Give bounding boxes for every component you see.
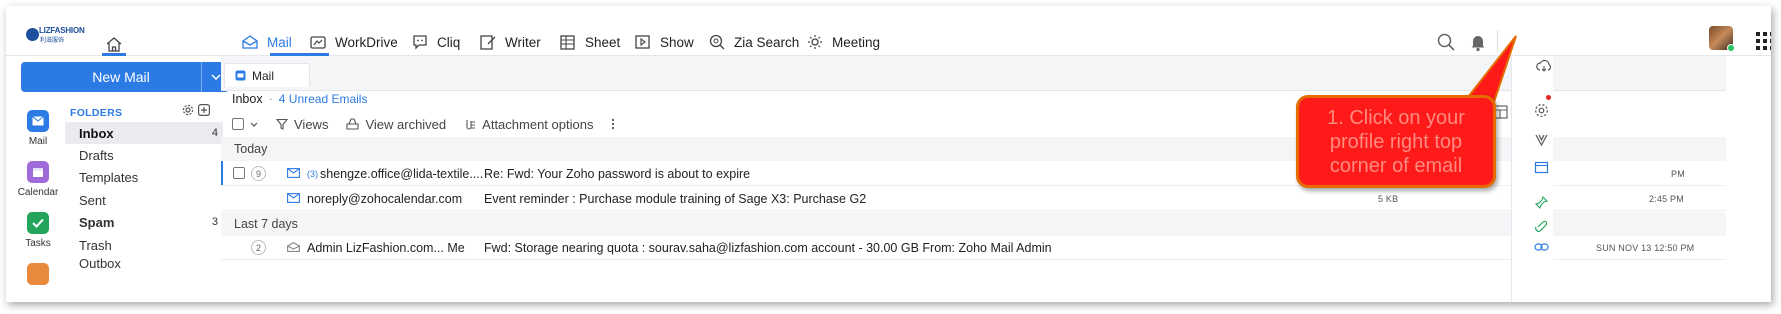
meeting-icon [808, 35, 822, 49]
show-icon [635, 35, 650, 49]
nav-zia-search[interactable]: Zia Search [708, 29, 799, 55]
notes-icon[interactable] [27, 263, 49, 285]
email-sender: noreply@zohocalendar.com [307, 192, 463, 206]
email-subject: Re: Fwd: Your Zoho password is about to … [484, 167, 751, 181]
cloud-download-icon[interactable] [1536, 59, 1552, 73]
calendar-icon [27, 161, 49, 183]
attachment-options-button[interactable]: Attachment options [464, 117, 593, 132]
email-subject: Event reminder : Purchase module trainin… [484, 192, 867, 206]
workdrive-icon [310, 36, 326, 49]
folder-sent[interactable]: Sent [65, 189, 223, 211]
folder-inbox[interactable]: Inbox 4 [65, 122, 223, 144]
group-header-today: Today [221, 137, 1726, 161]
nav-sheet[interactable]: Sheet [559, 29, 620, 55]
email-row[interactable]: noreply@zohocalendar.com Event reminder … [221, 186, 1726, 211]
rail-mail[interactable]: Mail [6, 110, 70, 147]
unread-mail-icon [287, 193, 300, 203]
read-mail-icon [287, 242, 300, 252]
folder-tools [182, 104, 210, 116]
list-toolbar: Views View archived Attachment options [232, 113, 615, 135]
unread-mail-icon [287, 168, 300, 178]
pin-icon[interactable] [1534, 195, 1549, 210]
zia-search-icon [709, 34, 725, 50]
row-checkbox[interactable] [233, 167, 245, 179]
email-row[interactable]: 2 Admin LizFashion.com... Me Fwd: Storag… [221, 235, 1726, 260]
nav-cliq[interactable]: Cliq [411, 29, 460, 55]
cliq-icon [413, 35, 427, 50]
nav-workdrive[interactable]: WorkDrive [309, 29, 398, 55]
folder-drafts[interactable]: Drafts [65, 144, 223, 166]
folder-spam[interactable]: Spam 3 [65, 211, 223, 233]
app-rail: Mail Calendar Tasks [6, 57, 70, 302]
nav-mail[interactable]: Mail [241, 29, 292, 55]
more-options-icon[interactable] [611, 118, 615, 130]
breadcrumb: Inbox · 4 Unread Emails [232, 92, 368, 106]
add-folder-icon[interactable] [198, 104, 210, 116]
email-row[interactable]: 9 (3) shengze.office@lida-textile.... Re… [221, 161, 1726, 186]
attachment-icon [466, 120, 476, 130]
home-active-indicator [102, 53, 126, 56]
email-time: 2:45 PM [1649, 194, 1684, 204]
profile-avatar[interactable] [1709, 26, 1735, 52]
chevron-down-icon[interactable] [250, 122, 258, 127]
folders-heading: FOLDERS [70, 107, 123, 119]
folder-templates[interactable]: Templates [65, 166, 223, 188]
writer-icon [480, 35, 496, 50]
mail-icon [235, 70, 246, 81]
mail-app-window: LIZFASHION 利滋服饰 Mail WorkDrive Cliq Writ… [6, 6, 1771, 302]
mail-icon [27, 110, 49, 132]
thread-count: 2 [251, 240, 266, 255]
contacts-card-icon[interactable] [1534, 160, 1549, 175]
link-icon[interactable] [1534, 241, 1549, 254]
nav-writer[interactable]: Writer [479, 29, 541, 55]
view-archived-button[interactable]: View archived [346, 117, 446, 132]
nav-meeting[interactable]: Meeting [806, 29, 880, 55]
thread-count: 9 [251, 166, 266, 181]
online-status-dot [1727, 44, 1735, 52]
attachment-clip-icon[interactable] [1534, 219, 1549, 234]
nav-show[interactable]: Show [634, 29, 694, 55]
tasks-icon [27, 212, 49, 234]
email-time: SUN NOV 13 12:50 PM [1596, 243, 1695, 253]
email-sender: Admin LizFashion.com... Me [307, 241, 465, 255]
filter-icon [276, 118, 288, 130]
group-header-last-7-days: Last 7 days [221, 212, 1726, 236]
sheet-icon [560, 35, 575, 50]
new-mail-button[interactable]: New Mail [21, 62, 229, 92]
select-all[interactable] [232, 118, 258, 130]
email-subject: Fwd: Storage nearing quota : sourav.saha… [484, 241, 1052, 255]
folder-outbox[interactable]: Outbox [65, 256, 223, 270]
extensions-icon[interactable] [1534, 132, 1549, 147]
folder-trash[interactable]: Trash [65, 234, 223, 256]
unread-count-link[interactable]: 4 Unread Emails [279, 92, 368, 106]
chevron-down-icon [210, 74, 221, 80]
rail-tasks[interactable]: Tasks [6, 212, 70, 249]
company-logo[interactable]: LIZFASHION 利滋服饰 [26, 26, 85, 44]
email-sender: shengze.office@lida-textile.... [320, 167, 484, 181]
notification-dot [1546, 95, 1551, 100]
tab-mail[interactable]: Mail [224, 63, 310, 87]
select-all-checkbox[interactable] [232, 118, 244, 130]
archive-icon [346, 118, 360, 130]
instruction-callout: 1. Click on your profile right top corne… [1296, 95, 1496, 188]
rail-calendar[interactable]: Calendar [6, 161, 70, 198]
gear-icon[interactable] [182, 104, 194, 116]
gear-icon[interactable] [1534, 103, 1549, 118]
email-size: 5 KB [1378, 194, 1399, 204]
views-button[interactable]: Views [276, 117, 328, 132]
email-time: PM [1671, 169, 1685, 179]
mail-icon [242, 35, 258, 49]
app-grid-icon[interactable] [1756, 32, 1771, 50]
